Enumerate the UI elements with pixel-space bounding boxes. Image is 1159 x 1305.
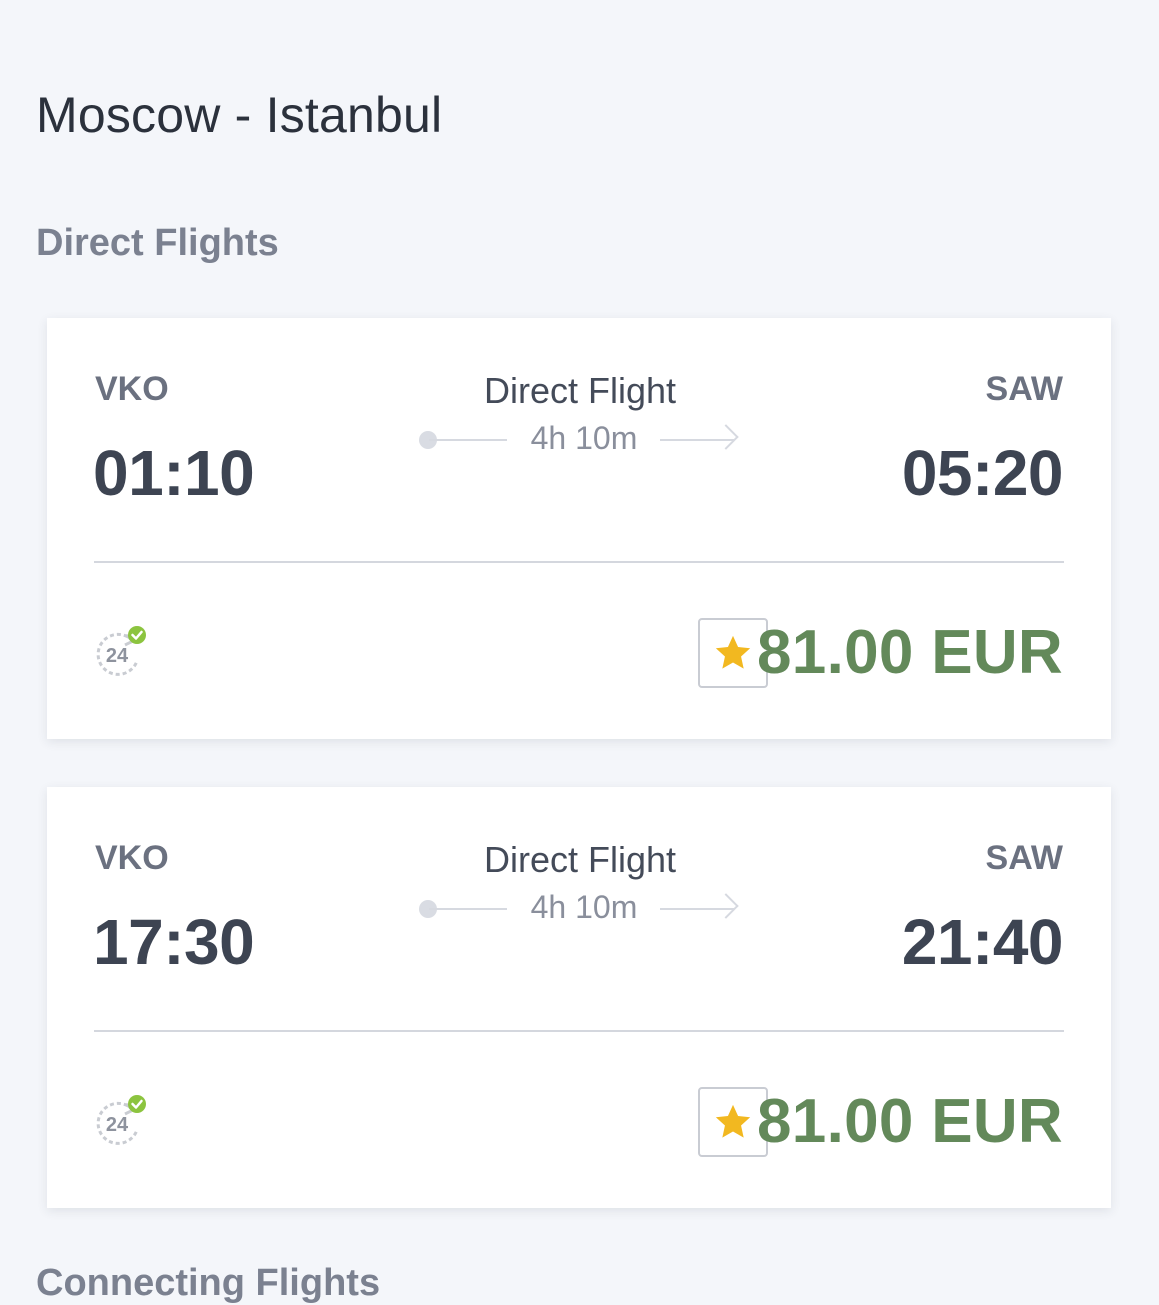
departure-time: 17:30 (93, 906, 255, 978)
flight-duration: 4h 10m (530, 420, 638, 456)
arrival-airport-code: SAW (985, 370, 1063, 408)
departure-airport-code: VKO (95, 370, 169, 408)
arrival-time: 21:40 (901, 906, 1064, 978)
arrow-head-icon (713, 893, 739, 919)
flight-price: 81.00 EUR (757, 618, 1063, 687)
arrow-head-icon (713, 424, 739, 450)
section-title-connecting: Connecting Flights (36, 1262, 381, 1304)
support-24h-graphic: 24 (96, 1095, 146, 1145)
section-title-direct: Direct Flights (36, 222, 279, 264)
flight-duration: 4h 10m (530, 889, 638, 925)
arrival-airport-code: SAW (985, 839, 1063, 877)
flight-type-label: Direct Flight (483, 370, 677, 411)
card-divider (94, 1030, 1064, 1032)
star-icon (715, 635, 751, 669)
route-line-left (429, 908, 507, 910)
arrival-time: 05:20 (901, 437, 1064, 509)
page-title: Moscow - Istanbul (36, 87, 443, 143)
support-24h-text: 24 (106, 645, 129, 667)
departure-airport-code: VKO (95, 839, 169, 877)
support-24h-icon: 24 (93, 1092, 153, 1152)
departure-time: 01:10 (93, 437, 255, 509)
flight-card[interactable]: VKO SAW 01:10 05:20 Direct Flight 4h 10m… (47, 318, 1111, 739)
flight-price: 81.00 EUR (757, 1087, 1063, 1156)
route-line-left (429, 439, 507, 441)
flight-arrow-icon: 4h 10m (417, 889, 743, 929)
support-24h-icon: 24 (93, 623, 153, 683)
card-divider (94, 561, 1064, 563)
star-icon (715, 1104, 751, 1138)
support-24h-graphic: 24 (96, 626, 146, 676)
flight-type-label: Direct Flight (483, 839, 677, 880)
flight-arrow-icon: 4h 10m (417, 420, 743, 460)
support-24h-text: 24 (106, 1114, 129, 1136)
flight-card[interactable]: VKO SAW 17:30 21:40 Direct Flight 4h 10m… (47, 787, 1111, 1208)
